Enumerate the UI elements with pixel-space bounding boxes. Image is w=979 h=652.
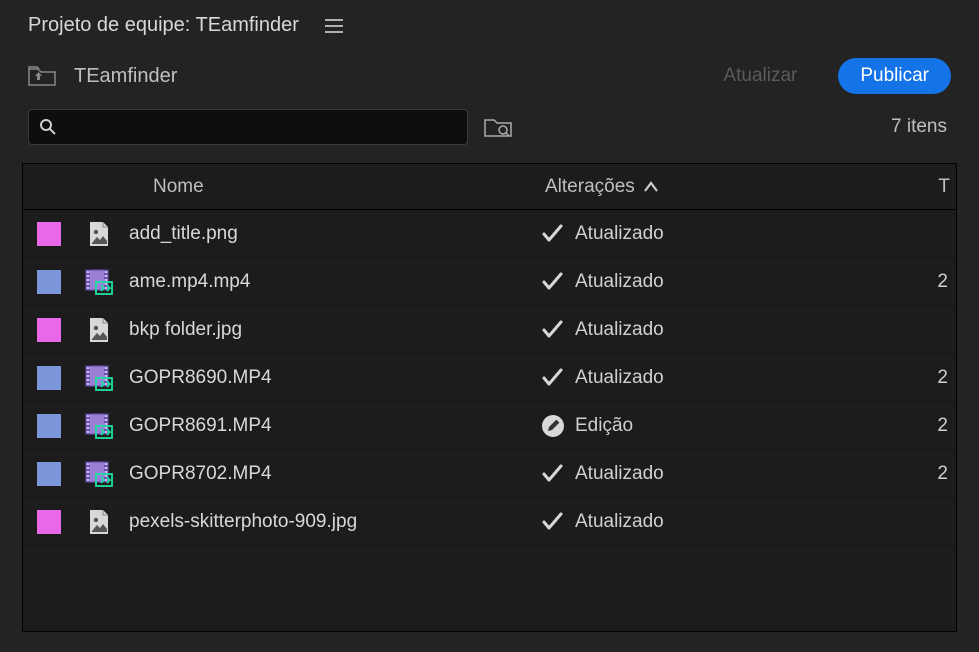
table-header: Nome Alterações T — [23, 164, 956, 210]
extra-cell: 2 — [921, 463, 956, 485]
video-file-icon — [73, 460, 125, 488]
publish-button[interactable]: Publicar — [838, 58, 951, 94]
check-icon — [541, 368, 565, 388]
status-text: Atualizado — [575, 463, 664, 485]
check-icon — [541, 320, 565, 340]
column-header-extra-label: T — [938, 176, 950, 198]
label-chip[interactable] — [37, 222, 61, 246]
status-text: Atualizado — [575, 319, 664, 341]
file-name: GOPR8702.MP4 — [125, 463, 541, 485]
label-chip[interactable] — [37, 270, 61, 294]
toolbar: TEamfinder Atualizar Publicar — [0, 51, 979, 105]
extra-cell: 2 — [921, 271, 956, 293]
video-file-icon — [73, 364, 125, 392]
status-cell: Edição — [541, 414, 921, 438]
panel-header: Projeto de equipe: TEamfinder — [0, 0, 979, 51]
file-name: bkp folder.jpg — [125, 319, 541, 341]
search-row: 7 itens — [0, 105, 979, 157]
check-icon — [541, 464, 565, 484]
status-cell: Atualizado — [541, 511, 921, 533]
status-text: Edição — [575, 415, 633, 437]
label-chip[interactable] — [37, 414, 61, 438]
file-name: ame.mp4.mp4 — [125, 271, 541, 293]
status-text: Atualizado — [575, 271, 664, 293]
file-name: pexels-skitterphoto-909.jpg — [125, 511, 541, 533]
status-cell: Atualizado — [541, 463, 921, 485]
label-chip[interactable] — [37, 462, 61, 486]
image-file-icon — [73, 508, 125, 536]
file-name: GOPR8690.MP4 — [125, 367, 541, 389]
table-row[interactable]: add_title.png Atualizado — [23, 210, 956, 258]
breadcrumb-project[interactable]: TEamfinder — [74, 65, 177, 88]
search-box[interactable] — [28, 109, 468, 145]
status-cell: Atualizado — [541, 319, 921, 341]
label-chip[interactable] — [37, 318, 61, 342]
status-text: Atualizado — [575, 511, 664, 533]
column-header-name[interactable]: Nome — [125, 176, 541, 198]
table-row[interactable]: bkp folder.jpg Atualizado — [23, 306, 956, 354]
column-header-changes-label: Alterações — [545, 176, 635, 198]
item-count: 7 itens — [891, 116, 951, 138]
folder-up-icon[interactable] — [28, 65, 56, 87]
label-chip[interactable] — [37, 510, 61, 534]
column-header-name-label: Nome — [153, 176, 204, 198]
extra-cell: 2 — [921, 367, 956, 389]
table-row[interactable]: GOPR8702.MP4 Atualizado 2 — [23, 450, 956, 498]
image-file-icon — [73, 220, 125, 248]
status-cell: Atualizado — [541, 223, 921, 245]
sort-ascending-icon — [643, 181, 659, 193]
status-cell: Atualizado — [541, 271, 921, 293]
file-table: Nome Alterações T add_title.png Atualizad… — [22, 163, 957, 632]
table-row[interactable]: GOPR8690.MP4 Atualizado 2 — [23, 354, 956, 402]
panel-title: Projeto de equipe: TEamfinder — [28, 14, 299, 37]
status-text: Atualizado — [575, 367, 664, 389]
file-name: GOPR8691.MP4 — [125, 415, 541, 437]
search-icon — [39, 118, 57, 136]
check-icon — [541, 224, 565, 244]
table-row[interactable]: ame.mp4.mp4 Atualizado 2 — [23, 258, 956, 306]
image-file-icon — [73, 316, 125, 344]
status-cell: Atualizado — [541, 367, 921, 389]
panel-menu-icon[interactable] — [325, 19, 343, 33]
table-row[interactable]: pexels-skitterphoto-909.jpg Atualizado — [23, 498, 956, 546]
video-file-icon — [73, 412, 125, 440]
column-header-extra[interactable]: T — [921, 176, 956, 198]
extra-cell: 2 — [921, 415, 956, 437]
new-bin-icon[interactable] — [484, 116, 512, 138]
status-text: Atualizado — [575, 223, 664, 245]
check-icon — [541, 512, 565, 532]
label-chip[interactable] — [37, 366, 61, 390]
update-button[interactable]: Atualizar — [700, 57, 820, 95]
column-header-changes[interactable]: Alterações — [541, 176, 921, 198]
table-row[interactable]: GOPR8691.MP4 Edição 2 — [23, 402, 956, 450]
check-icon — [541, 272, 565, 292]
search-input[interactable] — [65, 118, 457, 136]
edit-icon — [541, 414, 565, 438]
video-file-icon — [73, 268, 125, 296]
file-name: add_title.png — [125, 223, 541, 245]
